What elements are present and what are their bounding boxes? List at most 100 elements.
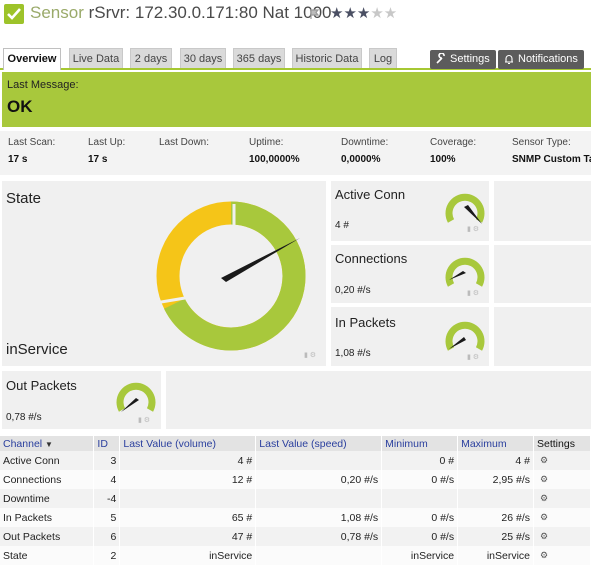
table-row[interactable]: Connections 4 12 # 0,20 #/s 0 #/s 2,95 #… [0, 470, 591, 489]
out-packets-gauge [116, 382, 156, 412]
settings-button[interactable]: Settings [430, 50, 496, 69]
cell-channel[interactable]: Connections [0, 470, 95, 489]
notifications-label: Notifications [518, 53, 578, 65]
table-row[interactable]: Out Packets 6 47 # 0,78 #/s 0 #/s 25 #/s… [0, 527, 591, 546]
page-title: Sensor rSrvr: 172.30.0.171:80 Nat 1000 [30, 3, 332, 23]
panel-title: Connections [335, 251, 408, 266]
tab-overview[interactable]: Overview [3, 48, 61, 70]
info-label: Last Up: [88, 137, 126, 148]
cell-minimum: 0 # [381, 451, 459, 470]
star-off[interactable]: ★★ [370, 5, 397, 22]
last-message-label: Last Message: [7, 79, 79, 91]
tab-2-days[interactable]: 2 days [130, 48, 172, 68]
info-last-scan: Last Scan: 17 s [8, 137, 55, 165]
active-conn-gauge [445, 193, 485, 224]
panel-tool-icons[interactable]: ▮ ⚙ [467, 353, 479, 361]
cell-speed: 1,08 #/s [255, 508, 383, 527]
tab-historic-data[interactable]: Historic Data [292, 48, 362, 68]
info-sensor-type: Sensor Type: SNMP Custom Ta [512, 137, 591, 165]
status-ok-icon [4, 4, 24, 24]
tab-live-data[interactable]: Live Data [69, 48, 123, 68]
info-label: Downtime: [341, 137, 389, 148]
cell-volume: 65 # [119, 508, 257, 527]
info-label: Sensor Type: [512, 137, 571, 148]
column-header-label: Channel [3, 437, 43, 450]
cell-channel[interactable]: In Packets [0, 508, 95, 527]
panel-tool-icons[interactable]: ▮ ⚙ [467, 225, 479, 233]
cell-speed [255, 546, 383, 565]
gear-icon[interactable]: ⚙ [533, 508, 591, 527]
gear-icon[interactable]: ⚙ [533, 546, 591, 565]
info-label: Uptime: [249, 137, 284, 148]
cell-minimum: 0 #/s [381, 470, 459, 489]
cell-minimum: inService [381, 546, 459, 565]
out-packets-panel[interactable]: Out Packets 0,78 #/s ▮ ⚙ [2, 371, 161, 429]
column-header-minimum[interactable]: Minimum [381, 436, 459, 451]
info-label: Last Down: [159, 137, 210, 148]
table-row[interactable]: Downtime -4 ⚙ [0, 489, 591, 508]
star-on[interactable]: ★★★ [330, 5, 370, 22]
table-row[interactable]: In Packets 5 65 # 1,08 #/s 0 #/s 26 #/s … [0, 508, 591, 527]
empty-panel [494, 181, 591, 241]
panel-title: State [6, 190, 42, 207]
panel-title: Active Conn [335, 187, 406, 202]
column-header-last-value-speed[interactable]: Last Value (speed) [255, 436, 383, 451]
cell-volume: 4 # [119, 451, 257, 470]
info-value: 0,0000% [341, 154, 381, 165]
gear-icon[interactable]: ⚙ [533, 489, 591, 508]
table-header-row: Channel ▼ ID Last Value (volume) Last Va… [0, 436, 591, 451]
in-packets-gauge [445, 321, 485, 351]
cell-minimum: 0 #/s [381, 527, 459, 546]
table-row[interactable]: Active Conn 3 4 # 0 # 4 # ⚙ [0, 451, 591, 470]
tab-log[interactable]: Log [369, 48, 397, 68]
column-header-maximum[interactable]: Maximum [457, 436, 534, 451]
info-value: SNMP Custom Ta [512, 154, 591, 165]
info-label: Coverage: [430, 137, 477, 148]
channel-table: Channel ▼ ID Last Value (volume) Last Va… [0, 436, 591, 565]
connections-panel[interactable]: Connections 0,20 #/s ▮ ⚙ [331, 245, 489, 303]
panel-value: 4 # [335, 220, 349, 231]
cell-speed [255, 489, 383, 508]
cell-id: 6 [93, 527, 121, 546]
gear-icon[interactable]: ⚙ [533, 451, 591, 470]
info-label: Last Scan: [8, 137, 56, 148]
empty-panel [494, 307, 591, 366]
cell-maximum [457, 489, 534, 508]
gear-icon[interactable]: ⚙ [533, 527, 591, 546]
cell-maximum: 25 #/s [457, 527, 534, 546]
cell-channel[interactable]: Active Conn [0, 451, 95, 470]
cell-id: 3 [93, 451, 121, 470]
sort-desc-icon[interactable]: ▼ [45, 440, 53, 449]
last-message-banner: Last Message: OK [2, 72, 591, 127]
panel-tool-icons[interactable]: ▮ ⚙ [138, 416, 150, 424]
column-header-id[interactable]: ID [93, 436, 121, 451]
panel-value: 0,78 #/s [6, 412, 42, 423]
info-value: 17 s [88, 154, 108, 165]
notifications-button[interactable]: Notifications [498, 50, 584, 69]
priority-stars[interactable]: ★★★★★ [330, 4, 397, 22]
gear-icon[interactable]: ⚙ [533, 470, 591, 489]
column-header-last-value-volume[interactable]: Last Value (volume) [119, 436, 257, 451]
cell-minimum: 0 #/s [381, 508, 459, 527]
connections-gauge [445, 257, 485, 287]
cell-volume: inService [119, 546, 257, 565]
active-conn-panel[interactable]: Active Conn 4 # ▮ ⚙ [331, 181, 489, 241]
cell-channel[interactable]: Out Packets [0, 527, 95, 546]
in-packets-panel[interactable]: In Packets 1,08 #/s ▮ ⚙ [331, 307, 489, 366]
table-row[interactable]: State 2 inService inService inService ⚙ [0, 546, 591, 565]
panel-tool-icons[interactable]: ▮ ⚙ [304, 351, 316, 359]
cell-id: 4 [93, 470, 121, 489]
info-uptime: Uptime: 100,0000% [249, 137, 300, 165]
flag-icon[interactable] [310, 9, 320, 19]
panel-tool-icons[interactable]: ▮ ⚙ [467, 289, 479, 297]
info-downtime: Downtime: 0,0000% [341, 137, 388, 165]
cell-channel[interactable]: Downtime [0, 489, 95, 508]
cell-channel[interactable]: State [0, 546, 95, 565]
tab-365-days[interactable]: 365 days [233, 48, 285, 68]
cell-maximum: 2,95 #/s [457, 470, 534, 489]
sensor-name: rSrvr: 172.30.0.171:80 Nat 1000 [88, 3, 332, 22]
tab-30-days[interactable]: 30 days [180, 48, 226, 68]
column-header-channel[interactable]: Channel ▼ [0, 436, 95, 451]
state-gauge-panel[interactable]: State inService ▮ ⚙ [2, 181, 326, 366]
cell-maximum: 4 # [457, 451, 534, 470]
